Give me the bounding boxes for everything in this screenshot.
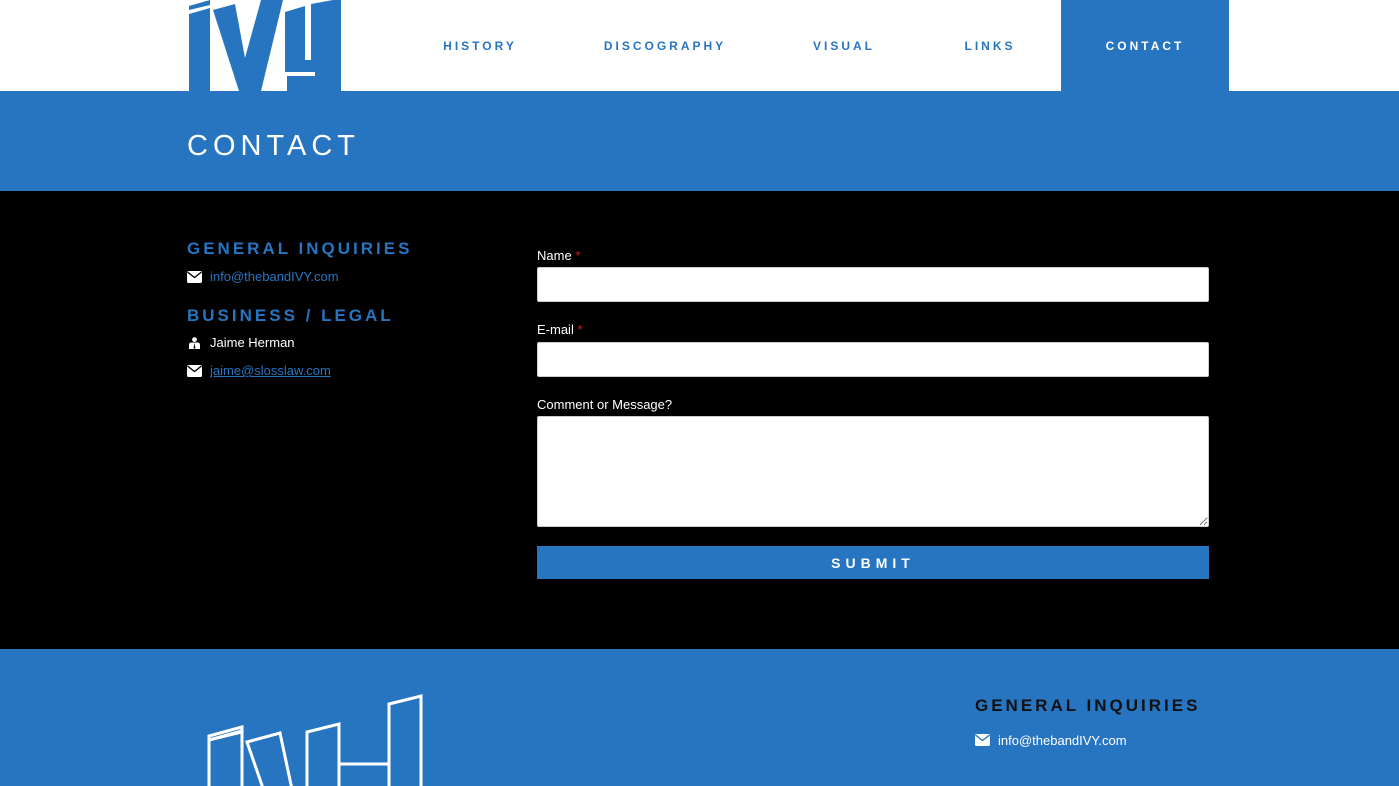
envelope-icon — [975, 734, 990, 746]
nav-contact[interactable]: CONTACT — [1061, 0, 1229, 91]
submit-button[interactable]: SUBMIT — [537, 546, 1209, 579]
ivy-logo[interactable] — [187, 0, 341, 91]
envelope-icon — [187, 365, 202, 377]
email-field[interactable] — [537, 342, 1209, 377]
message-label: Comment or Message? — [537, 397, 673, 412]
general-email-link[interactable]: info@thebandIVY.com — [210, 268, 339, 286]
site-header: HISTORY DISCOGRAPHY VISUAL LINKS CONTACT — [0, 0, 1399, 91]
business-email-link[interactable]: jaime@slosslaw.com — [210, 362, 331, 380]
nav-history[interactable]: HISTORY — [416, 0, 544, 91]
business-email-row: jaime@slosslaw.com — [187, 362, 331, 380]
nav-links[interactable]: LINKS — [940, 0, 1040, 91]
general-inquiries-heading: GENERAL INQUIRIES — [187, 239, 413, 258]
message-field[interactable] — [537, 416, 1209, 527]
user-icon — [189, 337, 200, 349]
required-mark: * — [577, 322, 583, 337]
footer-email-link[interactable]: info@thebandIVY.com — [998, 733, 1127, 748]
business-legal-heading: BUSINESS / LEGAL — [187, 306, 394, 325]
general-email-row: info@thebandIVY.com — [187, 268, 339, 286]
footer-email-row: info@thebandIVY.com — [975, 731, 1127, 749]
required-mark: * — [575, 248, 581, 263]
name-field[interactable] — [537, 267, 1209, 302]
page-title-band: CONTACT — [0, 91, 1399, 191]
site-footer: GENERAL INQUIRIES info@thebandIVY.com — [0, 649, 1399, 786]
page-title: CONTACT — [187, 130, 361, 162]
ivy-logo-outline — [207, 694, 423, 786]
nav-discography[interactable]: DISCOGRAPHY — [580, 0, 750, 91]
envelope-icon — [187, 271, 202, 283]
nav-visual[interactable]: VISUAL — [790, 0, 898, 91]
footer-general-heading: GENERAL INQUIRIES — [975, 696, 1201, 715]
email-label: E-mail * — [537, 322, 583, 337]
business-person-row: Jaime Herman — [187, 334, 295, 352]
name-label: Name * — [537, 248, 581, 263]
business-person-name: Jaime Herman — [210, 335, 295, 350]
contact-section: GENERAL INQUIRIES info@thebandIVY.com BU… — [0, 191, 1399, 649]
